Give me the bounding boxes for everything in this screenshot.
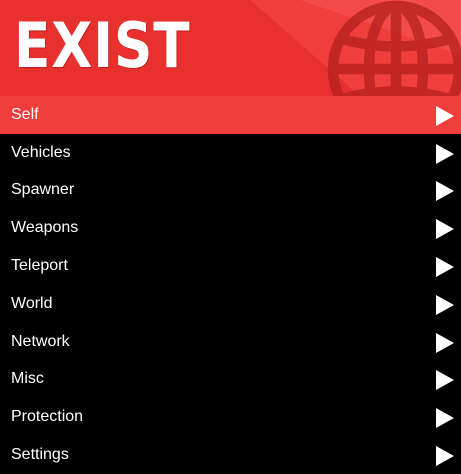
menu-item-network[interactable]: Network [0, 322, 461, 361]
play-arrow-icon [436, 143, 454, 164]
menu-item-teleport[interactable]: Teleport [0, 247, 461, 285]
menu-item-label: Protection [11, 408, 84, 426]
menu-item-label: World [11, 294, 53, 312]
menu-item-label: Network [11, 332, 70, 350]
menu-item-label: Misc [11, 370, 44, 388]
play-arrow-icon [436, 370, 454, 391]
menu-item-self[interactable]: Self [0, 96, 461, 134]
menu-item-spawner[interactable]: Spawner [0, 171, 461, 210]
play-arrow-icon [436, 408, 454, 429]
menu-item-misc[interactable]: Misc [0, 360, 461, 399]
menu-header: EXIST [0, 0, 461, 96]
menu-item-label: Teleport [11, 257, 68, 275]
menu-item-label: Spawner [11, 181, 75, 199]
play-arrow-icon [436, 181, 454, 202]
menu-item-label: Settings [11, 446, 69, 464]
menu-title: EXIST [14, 9, 191, 82]
play-arrow-icon [436, 446, 454, 467]
play-arrow-icon [436, 294, 454, 315]
menu-item-protection[interactable]: Protection [0, 398, 461, 437]
menu-item-world[interactable]: World [0, 284, 461, 323]
menu-item-label: Self [11, 105, 39, 123]
globe-icon [327, 0, 461, 96]
play-arrow-icon [436, 332, 454, 353]
menu-item-weapons[interactable]: Weapons [0, 209, 461, 248]
menu-item-list: Self Vehicles Spawner Weapons Teleport World N… [0, 96, 461, 474]
menu-item-label: Weapons [11, 219, 79, 237]
play-arrow-icon [436, 105, 454, 126]
play-arrow-icon [436, 219, 454, 240]
mod-menu: EXIST Self Vehicles Spawner Weapons Teleport… [0, 0, 461, 474]
menu-item-vehicles[interactable]: Vehicles [0, 133, 461, 172]
play-arrow-icon [436, 257, 454, 278]
menu-item-settings[interactable]: Settings [0, 436, 461, 474]
menu-item-label: Vehicles [11, 143, 71, 161]
